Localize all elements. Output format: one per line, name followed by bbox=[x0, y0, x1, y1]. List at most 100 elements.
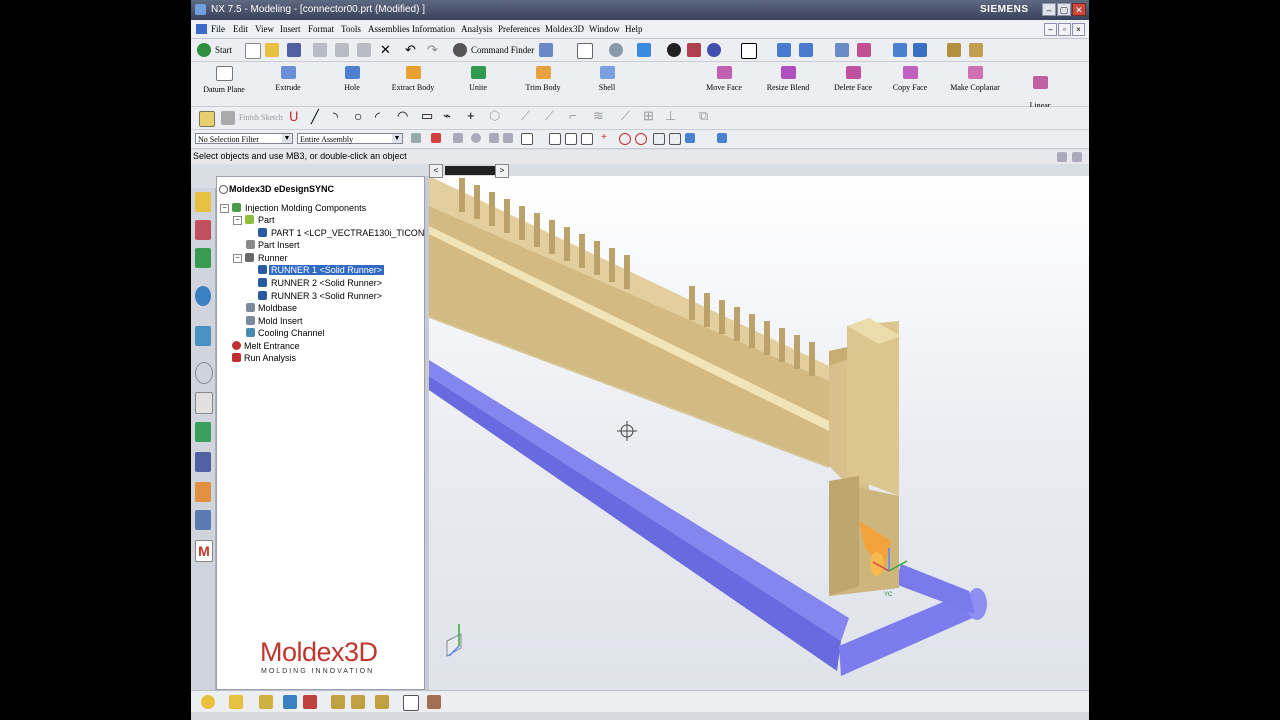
open-icon[interactable] bbox=[265, 43, 279, 57]
menu-file[interactable]: File bbox=[211, 24, 225, 34]
delete-icon[interactable]: ✕ bbox=[380, 42, 391, 58]
menu-analysis[interactable]: Analysis bbox=[461, 24, 493, 34]
snap-end-icon[interactable] bbox=[565, 133, 577, 145]
body-rule-icon[interactable] bbox=[375, 695, 389, 709]
snap-point-icon[interactable] bbox=[549, 133, 561, 145]
shell-button[interactable]: Shell bbox=[577, 65, 637, 97]
start-icon[interactable] bbox=[197, 43, 211, 57]
process-studio-tab[interactable] bbox=[195, 422, 211, 442]
system-materials-tab[interactable] bbox=[195, 392, 213, 414]
copy-icon[interactable] bbox=[335, 43, 349, 57]
trim-body-button[interactable]: Trim Body bbox=[513, 65, 573, 97]
curve-rule-icon[interactable] bbox=[331, 695, 345, 709]
system-scenes-tab[interactable] bbox=[195, 510, 211, 530]
hd3d-tools-tab[interactable] bbox=[195, 326, 211, 346]
mirror-icon[interactable]: ⟋ bbox=[621, 108, 630, 124]
view-icon[interactable] bbox=[799, 43, 813, 57]
snap-surface-icon[interactable] bbox=[685, 133, 695, 143]
shaded-icon[interactable] bbox=[637, 43, 651, 57]
offset-icon[interactable]: ≋ bbox=[593, 108, 604, 124]
collapse-icon[interactable]: − bbox=[220, 204, 229, 213]
collapse-icon[interactable]: − bbox=[233, 254, 242, 263]
corner-icon[interactable]: ⌐ bbox=[569, 108, 577, 123]
rectangle-select-icon[interactable] bbox=[521, 133, 533, 145]
new-icon[interactable] bbox=[245, 43, 261, 59]
extrude-button[interactable]: Extrude bbox=[258, 65, 318, 97]
lasso-icon[interactable] bbox=[471, 133, 481, 143]
csys-icon[interactable] bbox=[303, 695, 317, 709]
vector-icon[interactable] bbox=[259, 695, 273, 709]
fit-icon[interactable] bbox=[577, 43, 593, 59]
close-button[interactable]: ✕ bbox=[1072, 3, 1086, 16]
copy-face-button[interactable]: Copy Face bbox=[880, 65, 940, 97]
moldex3d-tab[interactable]: M bbox=[195, 540, 213, 562]
mdi-minimize-button[interactable]: – bbox=[1044, 23, 1057, 36]
graphics-window[interactable]: YC bbox=[429, 176, 1089, 690]
extract-body-button[interactable]: Extract Body bbox=[383, 65, 443, 97]
orient-icon[interactable] bbox=[777, 43, 791, 57]
copy-sheet-icon[interactable] bbox=[403, 695, 419, 711]
command-finder-button[interactable]: Command Finder bbox=[471, 45, 534, 55]
section-icon[interactable] bbox=[687, 43, 701, 57]
snap-center-icon[interactable] bbox=[619, 133, 631, 145]
rectangle-icon[interactable]: ▭ bbox=[421, 108, 433, 124]
snap-existing-icon[interactable] bbox=[653, 133, 665, 145]
circle-icon[interactable]: ○ bbox=[354, 108, 362, 124]
plane-icon[interactable] bbox=[283, 695, 297, 709]
dimension-icon[interactable]: ⊥ bbox=[665, 108, 676, 124]
fillet-icon[interactable]: ◜ bbox=[375, 109, 380, 125]
measure-icon[interactable] bbox=[947, 43, 961, 57]
ruler-icon[interactable] bbox=[969, 43, 983, 57]
reuse-library-tab[interactable] bbox=[195, 286, 211, 306]
selection-filter-select[interactable]: No Selection Filter ▼ bbox=[195, 133, 293, 144]
eraser-icon[interactable] bbox=[427, 695, 441, 709]
menu-assemblies[interactable]: Assemblies bbox=[368, 24, 410, 34]
constraint-navigator-tab[interactable] bbox=[195, 220, 211, 240]
snap-arc-icon[interactable] bbox=[717, 133, 727, 143]
options-icon[interactable] bbox=[1072, 152, 1082, 162]
selection-icon[interactable] bbox=[539, 43, 553, 57]
quick-pick-icon[interactable] bbox=[489, 133, 499, 143]
scroll-left-button[interactable]: < bbox=[429, 164, 443, 178]
minimize-button[interactable]: – bbox=[1042, 3, 1056, 16]
command-finder-icon[interactable] bbox=[453, 43, 467, 57]
snap-control-icon[interactable]: + bbox=[601, 133, 611, 143]
manufacturing-wizards-tab[interactable] bbox=[195, 452, 211, 472]
point-snap-icon[interactable] bbox=[229, 695, 243, 709]
redo-icon[interactable]: ↷ bbox=[427, 42, 438, 58]
mdi-close-button[interactable]: × bbox=[1072, 23, 1085, 36]
finish-sketch-button[interactable]: Finish Sketch bbox=[239, 113, 283, 122]
paste-icon[interactable] bbox=[357, 43, 371, 57]
unite-button[interactable]: Unite bbox=[448, 65, 508, 97]
resize-blend-button[interactable]: Resize Blend bbox=[758, 65, 818, 97]
filter-icon[interactable] bbox=[411, 133, 421, 143]
constraint-icon[interactable]: ⊞ bbox=[643, 108, 654, 124]
point-icon[interactable]: + bbox=[467, 108, 475, 123]
cut-icon[interactable] bbox=[313, 43, 327, 57]
deselect-icon[interactable] bbox=[503, 133, 513, 143]
analysis-icon[interactable] bbox=[857, 43, 871, 57]
linear-dimension-button[interactable]: Linear Dimension bbox=[1010, 65, 1070, 119]
pin-icon[interactable] bbox=[219, 185, 228, 194]
sketch-icon[interactable] bbox=[199, 111, 215, 127]
arrow-icon[interactable] bbox=[453, 133, 463, 143]
snap-settings-icon[interactable] bbox=[201, 695, 215, 709]
chamfer-icon[interactable]: ◠ bbox=[397, 108, 408, 124]
extend-icon[interactable]: ⟋ bbox=[545, 108, 554, 124]
history-tab[interactable] bbox=[195, 362, 213, 384]
wcs-icon[interactable] bbox=[893, 43, 907, 57]
move-face-button[interactable]: Move Face bbox=[694, 65, 754, 97]
snap-mid-icon[interactable] bbox=[581, 133, 593, 145]
assembly-icon[interactable] bbox=[835, 43, 849, 57]
polygon-icon[interactable]: ⌁ bbox=[443, 108, 451, 124]
datum-plane-button[interactable]: Datum Plane bbox=[194, 65, 254, 97]
arc-icon[interactable]: ◝ bbox=[333, 109, 338, 125]
trim-icon[interactable]: ⟋ bbox=[521, 108, 530, 124]
menu-view[interactable]: View bbox=[255, 24, 274, 34]
start-button[interactable]: Start bbox=[215, 45, 232, 55]
delete-face-button[interactable]: Delete Face bbox=[823, 65, 883, 97]
layer-icon[interactable] bbox=[741, 43, 757, 59]
selection-scope-select[interactable]: Entire Assembly ▼ bbox=[297, 133, 403, 144]
studio-spline-icon[interactable]: ⬡ bbox=[489, 108, 500, 124]
hole-button[interactable]: Hole bbox=[322, 65, 382, 97]
